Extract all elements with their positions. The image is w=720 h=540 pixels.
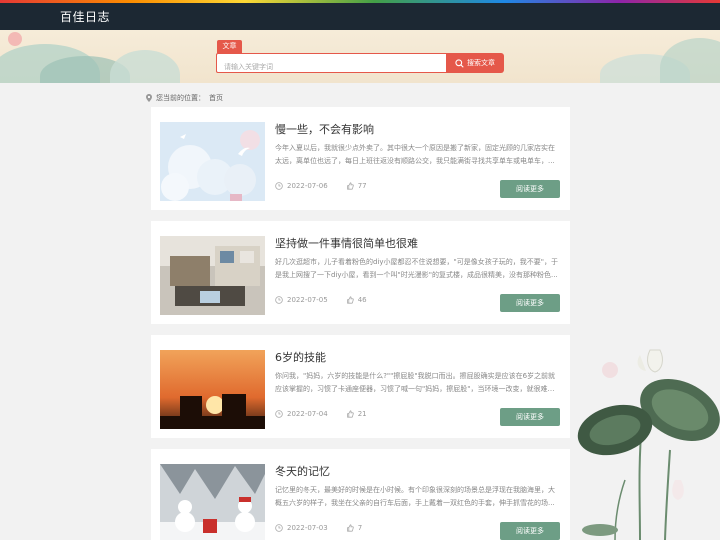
post-card: 慢一些，不会有影响 今年入夏以后，我就很少点外卖了。其中很大一个原因是搬了新家，… [151,107,570,210]
post-date: 2022-07-04 [287,410,328,418]
clock-icon [275,296,283,304]
like-icon [346,296,354,304]
post-thumbnail[interactable] [160,236,265,315]
lotus-decoration [577,349,720,540]
search-category-tag: 文章 [217,40,242,53]
breadcrumb: 您当前的位置： 首页 [146,93,223,103]
post-likes: 77 [357,182,367,190]
post-date: 2022-07-06 [287,182,328,190]
location-pin-icon [146,94,152,102]
post-thumbnail[interactable] [160,350,265,429]
post-date: 2022-07-05 [287,296,328,304]
site-logo[interactable]: 百佳日志 [60,8,110,25]
post-meta: 2022-07-03 7 [275,524,362,532]
post-date: 2022-07-03 [287,524,328,532]
post-likes: 46 [357,296,367,304]
like-icon [346,524,354,532]
post-excerpt: 记忆里的冬天，最美好的时候是在小时候。有个印象很深刻的场景总是浮现在我脑海里，大… [275,486,555,507]
mountain-shape [660,38,720,83]
post-card: 坚持做一件事情很简单也很难 好几次逛超市，儿子看着粉色的diy小屋都忍不住说想要… [151,221,570,324]
post-likes: 7 [357,524,363,532]
post-excerpt: 好几次逛超市，儿子看着粉色的diy小屋都忍不住说想要，"可是像女孩子玩的，我不要… [275,258,558,279]
clock-icon [275,182,283,190]
post-likes: 21 [357,410,367,418]
clock-icon [275,410,283,418]
post-excerpt: 你问我，"妈妈，六岁的技能是什么?""擦屁股"我脱口而出。擦屁股确实是应该在6岁… [275,372,556,393]
post-title[interactable]: 慢一些，不会有影响 [275,121,374,137]
read-more-button[interactable]: 阅读更多 [500,408,560,426]
search-button[interactable]: 搜索文章 [446,53,504,73]
post-thumbnail[interactable] [160,122,265,201]
top-header: 百佳日志 [0,3,720,30]
breadcrumb-home-link[interactable]: 首页 [209,93,223,103]
search-input[interactable] [217,58,447,76]
search-field[interactable] [216,53,447,76]
post-card: 6岁的技能 你问我，"妈妈，六岁的技能是什么?""擦屁股"我脱口而出。擦屁股确实… [151,335,570,438]
search-button-label: 搜索文章 [467,59,495,67]
post-meta: 2022-07-04 21 [275,410,367,418]
like-icon [346,410,354,418]
post-title[interactable]: 坚持做一件事情很简单也很难 [275,235,418,251]
post-meta: 2022-07-05 46 [275,296,367,304]
clock-icon [275,524,283,532]
breadcrumb-label: 您当前的位置： [156,94,205,102]
read-more-button[interactable]: 阅读更多 [500,522,560,540]
search-icon [455,58,464,68]
post-title[interactable]: 冬天的记忆 [275,463,330,479]
blossom-icon [8,32,22,46]
read-more-button[interactable]: 阅读更多 [500,294,560,312]
post-card: 冬天的记忆 记忆里的冬天，最美好的时候是在小时候。有个印象很深刻的场景总是浮现在… [151,449,570,540]
post-excerpt: 今年入夏以后，我就很少点外卖了。其中很大一个原因是搬了新家，固定光顾的几家店实在… [275,144,555,165]
like-icon [346,182,354,190]
read-more-button[interactable]: 阅读更多 [500,180,560,198]
post-title[interactable]: 6岁的技能 [275,349,326,365]
post-thumbnail[interactable] [160,464,265,540]
mountain-shape [110,50,180,83]
post-meta: 2022-07-06 77 [275,182,367,190]
